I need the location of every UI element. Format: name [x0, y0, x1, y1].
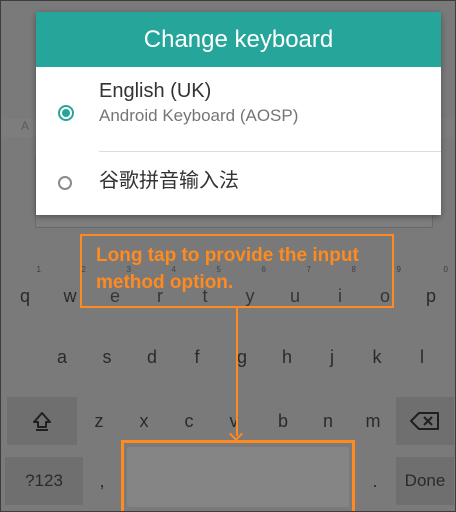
- key-hint: 1: [36, 265, 41, 274]
- key-g[interactable]: g: [222, 335, 262, 380]
- dialog-title: Change keyboard: [36, 12, 441, 67]
- phone-screen: A Change keyboard English (UK) Android K…: [0, 0, 456, 512]
- symbols-key[interactable]: ?123: [5, 457, 83, 505]
- key-h[interactable]: h: [267, 335, 307, 380]
- key-a[interactable]: a: [42, 335, 82, 380]
- annotation-arrow-line: [236, 308, 238, 436]
- option-subtitle: Android Keyboard (AOSP): [99, 106, 299, 125]
- radio-selected-icon[interactable]: [58, 105, 74, 121]
- annotation-text: Long tap to provide the input method opt…: [96, 245, 359, 293]
- radio-unselected-icon[interactable]: [58, 176, 72, 190]
- key-k[interactable]: k: [357, 335, 397, 380]
- keyboard-option-google-pinyin[interactable]: 谷歌拼音输入法: [36, 152, 441, 214]
- option-title: English (UK): [99, 80, 212, 102]
- key-f[interactable]: f: [177, 335, 217, 380]
- key-b[interactable]: b: [263, 397, 303, 445]
- key-label: w: [63, 285, 77, 306]
- change-keyboard-dialog: Change keyboard English (UK) Android Key…: [36, 12, 441, 215]
- key-s[interactable]: s: [87, 335, 127, 380]
- key-hint: 9: [396, 265, 401, 274]
- key-m[interactable]: m: [353, 397, 393, 445]
- background-field-letter: A: [21, 119, 30, 133]
- key-p[interactable]: 0p: [410, 263, 452, 329]
- key-hint: 0: [443, 265, 448, 274]
- key-q[interactable]: 1q: [5, 263, 45, 329]
- space-key-highlight: [121, 440, 355, 511]
- backspace-icon: [410, 412, 439, 430]
- key-label: q: [19, 285, 30, 306]
- key-label: p: [425, 285, 436, 306]
- key-d[interactable]: d: [132, 335, 172, 380]
- key-c[interactable]: c: [169, 397, 209, 445]
- backspace-key[interactable]: [396, 397, 454, 445]
- key-n[interactable]: n: [308, 397, 348, 445]
- option-title: 谷歌拼音输入法: [99, 170, 239, 192]
- key-l[interactable]: l: [402, 335, 442, 380]
- comma-key[interactable]: ,: [85, 457, 119, 505]
- option-text: English (UK) Android Keyboard (AOSP): [99, 79, 298, 127]
- key-x[interactable]: x: [124, 397, 164, 445]
- period-key[interactable]: .: [357, 457, 393, 505]
- keyboard-option-english-uk[interactable]: English (UK) Android Keyboard (AOSP): [36, 67, 441, 151]
- option-text: 谷歌拼音输入法: [99, 169, 239, 193]
- done-key[interactable]: Done: [396, 457, 454, 505]
- key-j[interactable]: j: [312, 335, 352, 380]
- shift-arrow-icon: [33, 412, 51, 431]
- shift-key[interactable]: [7, 397, 77, 445]
- key-z[interactable]: z: [79, 397, 119, 445]
- annotation-callout: Long tap to provide the input method opt…: [80, 234, 394, 308]
